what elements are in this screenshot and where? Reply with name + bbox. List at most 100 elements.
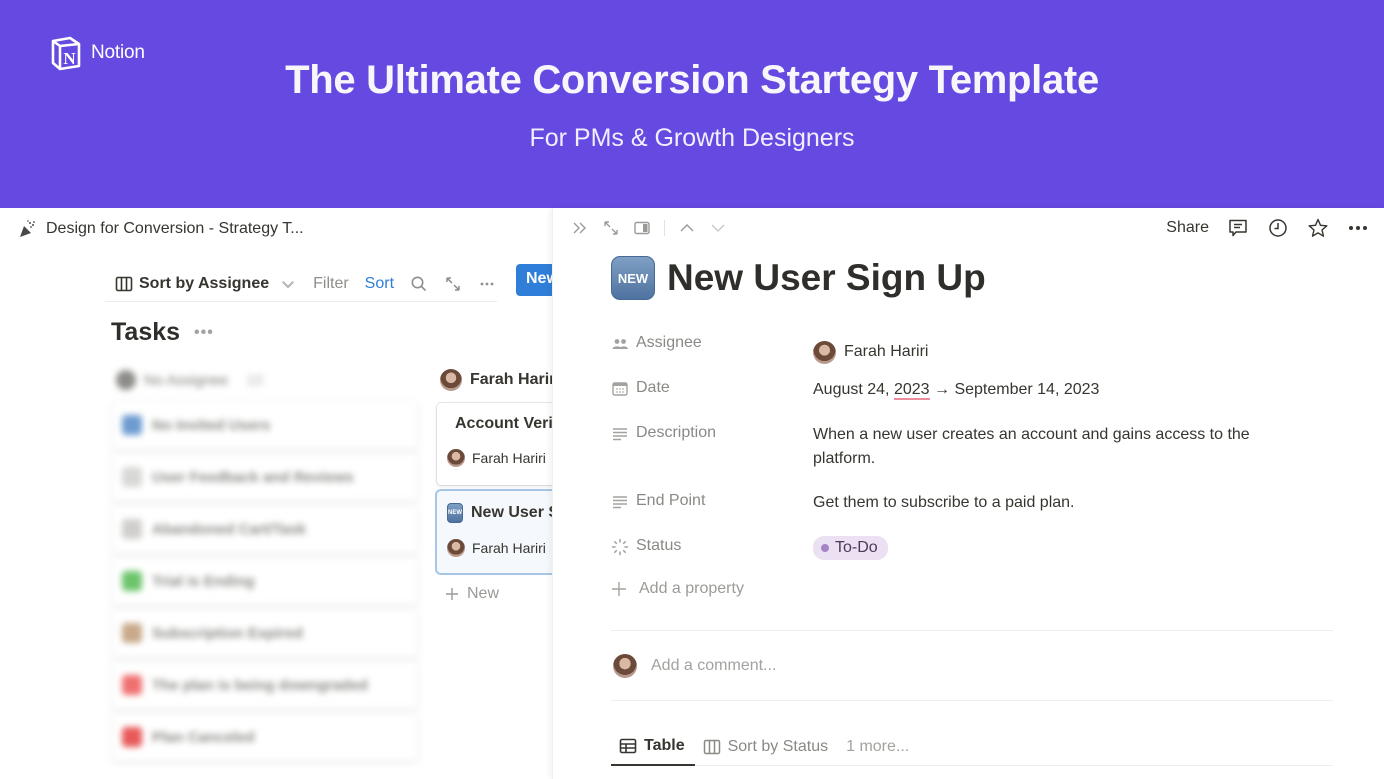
card-icon — [122, 623, 142, 643]
card-title: New User Sign Up — [471, 504, 557, 521]
comments-icon[interactable] — [1227, 217, 1249, 239]
divider — [611, 630, 1333, 631]
property-description: Description When a new user creates an a… — [611, 416, 1341, 484]
people-icon — [612, 339, 628, 349]
view-selector[interactable]: Sort by Assignee — [105, 275, 297, 293]
divider — [611, 700, 1333, 701]
card-title: User Feedback and Reviews — [152, 468, 354, 486]
share-button[interactable]: Share — [1166, 219, 1209, 237]
card-title: The plan is being downgraded — [152, 676, 368, 694]
board-view-icon — [115, 276, 133, 291]
card-title: Trial is Ending — [152, 572, 255, 590]
column-count: 10 — [246, 371, 263, 389]
property-label[interactable]: Status — [611, 529, 813, 574]
card-title: Account Verification — [455, 415, 557, 432]
property-value[interactable]: Get them to subscribe to a paid plan. — [813, 484, 1341, 529]
sort-button[interactable]: Sort — [365, 275, 394, 293]
card-title: No Invited Users — [152, 416, 271, 434]
chevron-up-icon[interactable] — [678, 219, 696, 237]
column-header: No Assignee 10 — [112, 363, 418, 397]
card-icon — [122, 467, 142, 487]
breadcrumb-page-title[interactable]: Design for Conversion - Strategy T... — [46, 220, 304, 238]
column-name: Farah Hariri — [470, 371, 560, 388]
chevron-down-icon — [282, 280, 295, 288]
tab-sort-by-status[interactable]: Sort by Status — [695, 728, 837, 766]
avatar — [440, 369, 462, 391]
card-icon — [122, 415, 142, 435]
database-title: Tasks ••• — [111, 318, 214, 347]
peek-topbar: Share — [553, 208, 1384, 250]
board-card[interactable]: Trial is Ending — [112, 557, 418, 605]
database-more-icon[interactable]: ••• — [194, 324, 214, 342]
more-options-icon[interactable] — [478, 275, 496, 293]
history-clock-icon[interactable] — [1267, 217, 1289, 239]
property-value[interactable]: To-Do — [813, 529, 1341, 574]
card-icon — [122, 727, 142, 747]
hero-title: The Ultimate Conversion Startegy Templat… — [285, 58, 1099, 102]
add-property-button[interactable]: Add a property — [611, 574, 1341, 598]
add-card-button[interactable]: New — [437, 585, 567, 603]
page-title-text[interactable]: New User Sign Up — [667, 257, 986, 299]
page-title[interactable]: NEW New User Sign Up — [611, 256, 986, 300]
tasks-heading: Tasks — [111, 318, 181, 346]
favorite-star-icon[interactable] — [1307, 217, 1329, 239]
property-date: Date August 24, 2023 → September 14, 202… — [611, 371, 1341, 416]
avatar — [613, 654, 637, 678]
table-icon — [619, 738, 637, 753]
open-full-page-icon[interactable] — [602, 219, 620, 237]
board-column-farah-hariri: Farah Hariri Account Verification Farah … — [437, 363, 567, 603]
board-card[interactable]: The plan is being downgraded — [112, 661, 418, 709]
expand-icon[interactable] — [444, 275, 462, 293]
property-label[interactable]: End Point — [611, 484, 813, 529]
comment-input[interactable]: Add a comment... — [613, 654, 776, 678]
hero-subtitle: For PMs & Growth Designers — [529, 124, 855, 152]
database-toolbar: Sort by Assignee Filter Sort — [105, 266, 497, 302]
property-label[interactable]: Description — [611, 416, 813, 484]
card-icon — [122, 571, 142, 591]
party-popper-icon — [20, 220, 35, 237]
spellcheck-underline: 2023 — [893, 381, 930, 400]
filter-button[interactable]: Filter — [313, 275, 349, 293]
chevron-down-icon[interactable] — [709, 219, 727, 237]
close-peek-icon[interactable] — [571, 219, 589, 237]
status-badge[interactable]: To-Do — [813, 536, 888, 560]
board-card[interactable]: Subscription Expired — [112, 609, 418, 657]
board-card[interactable]: Plan Canceled — [112, 713, 418, 761]
property-end-point: End Point Get them to subscribe to a pai… — [611, 484, 1341, 529]
property-label[interactable]: Assignee — [611, 326, 813, 371]
property-value[interactable]: August 24, 2023 → September 14, 2023 — [813, 371, 1341, 416]
avatar — [813, 340, 836, 364]
promo-banner: N Notion The Ultimate Conversion Starteg… — [0, 0, 1384, 208]
board-column-no-assignee: No Assignee 10 No Invited Users User Feed… — [112, 363, 418, 761]
calendar-icon — [612, 382, 628, 396]
new-button-icon[interactable]: NEW — [611, 256, 655, 300]
property-label[interactable]: Date — [611, 371, 813, 416]
page-peek-panel: Share NEW New User Sign Up Assignee Fara… — [552, 208, 1384, 779]
add-card-label: New — [467, 585, 500, 602]
avatar — [447, 449, 465, 467]
board-card[interactable]: Abandoned Cart/Task — [112, 505, 418, 553]
property-status: Status To-Do — [611, 529, 1341, 574]
status-dot — [821, 544, 829, 552]
card-title: Plan Canceled — [152, 728, 255, 746]
breadcrumb[interactable]: Design for Conversion - Strategy T... — [18, 219, 304, 239]
property-value[interactable]: When a new user creates an account and g… — [813, 416, 1341, 484]
more-options-icon[interactable] — [1347, 217, 1369, 239]
comment-placeholder[interactable]: Add a comment... — [651, 657, 776, 675]
tab-table[interactable]: Table — [611, 728, 695, 766]
board-card-selected[interactable]: NEW New User Sign Up Farah Hariri — [437, 491, 557, 573]
column-name: No Assignee — [144, 371, 229, 389]
column-header: Farah Hariri — [437, 363, 567, 397]
property-value[interactable]: Farah Hariri — [813, 326, 1341, 371]
view-label: Sort by Assignee — [139, 274, 270, 292]
linked-view-tabs: Table Sort by Status 1 more... — [611, 728, 1333, 766]
board-card[interactable]: User Feedback and Reviews — [112, 453, 418, 501]
card-assignee: Farah Hariri — [472, 450, 546, 466]
more-views-button[interactable]: 1 more... — [836, 738, 909, 756]
search-icon[interactable] — [410, 275, 428, 293]
board-card[interactable]: Account Verification Farah Hariri — [437, 403, 557, 485]
board-card[interactable]: No Invited Users — [112, 401, 418, 449]
avatar — [447, 539, 465, 557]
card-title: Abandoned Cart/Task — [152, 520, 306, 538]
side-peek-icon[interactable] — [633, 219, 651, 237]
